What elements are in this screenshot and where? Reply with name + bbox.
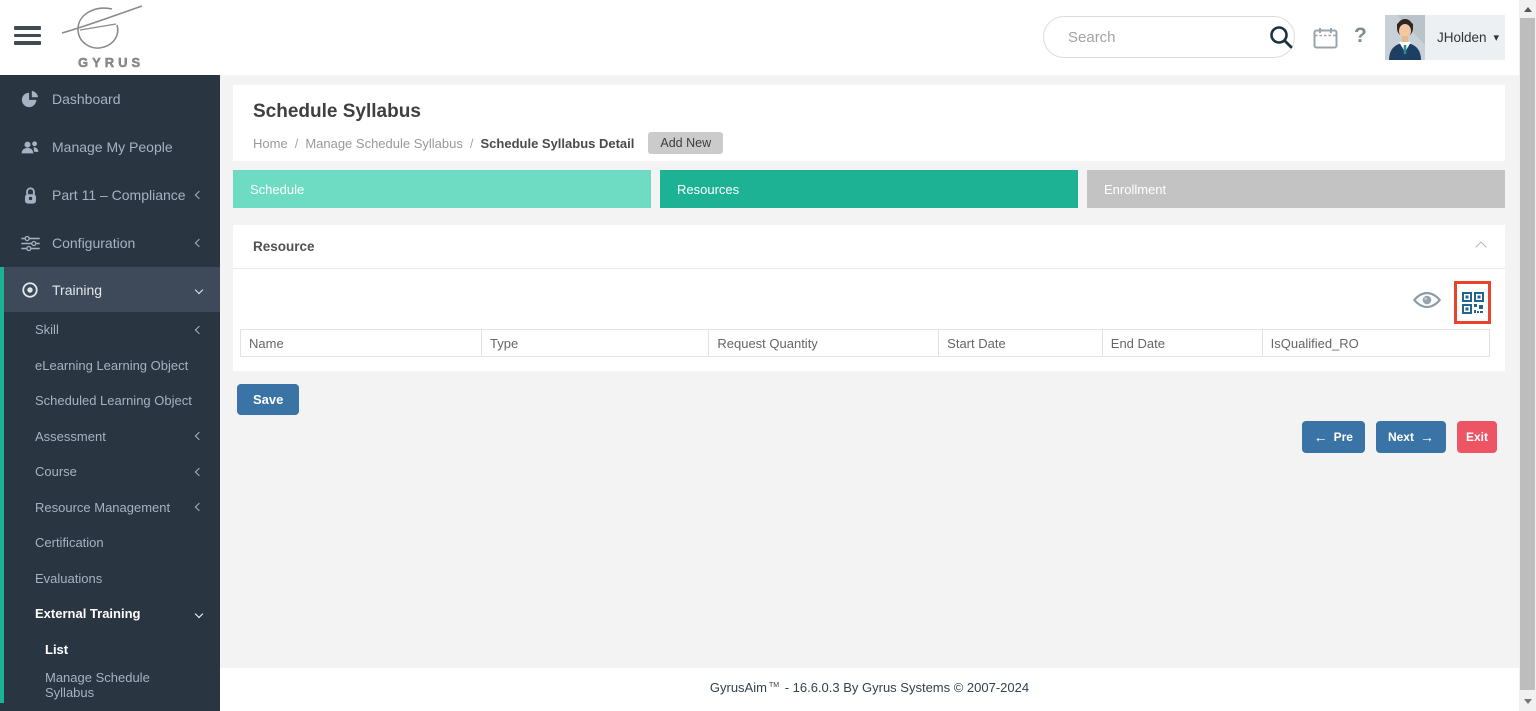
page-title: Schedule Syllabus	[253, 101, 421, 122]
avatar	[1385, 15, 1425, 60]
resource-table: Name Type Request Quantity Start Date En…	[239, 329, 1491, 357]
sidebar-item-manage-schedule-syllabus[interactable]: Manage Schedule Syllabus	[4, 667, 220, 703]
caret-down-icon: ▾	[1493, 32, 1500, 44]
sidebar-item-external-training[interactable]: External Training	[4, 596, 220, 632]
sidebar-item-label: Dashboard	[52, 91, 121, 107]
target-icon	[20, 280, 40, 300]
sidebar-item-certification[interactable]: Certification	[4, 525, 220, 561]
footer: GyrusAim TM - 16.6.0.3 By Gyrus Systems ©…	[220, 668, 1519, 711]
eye-icon[interactable]	[1412, 290, 1442, 315]
sidebar-nav: Dashboard Manage My People Part 11 – Com…	[0, 75, 220, 711]
column-header-end-date: End Date	[1101, 329, 1263, 357]
chevron-left-icon	[194, 238, 204, 248]
page-header-panel: Schedule Syllabus Home / Manage Schedule…	[233, 85, 1505, 161]
resource-toolbar	[1412, 281, 1491, 324]
resource-panel-title: Resource	[253, 239, 315, 254]
pie-chart-icon	[20, 89, 40, 109]
scrollbar-thumb[interactable]	[1520, 18, 1535, 690]
gyrus-logo-icon	[61, 5, 143, 49]
tab-resources[interactable]: Resources	[660, 170, 1078, 208]
vertical-scrollbar	[1519, 0, 1536, 711]
user-menu[interactable]: JHolden ▾	[1385, 15, 1505, 60]
breadcrumb: Home / Manage Schedule Syllabus / Schedu…	[253, 132, 1485, 154]
lock-icon	[20, 185, 40, 205]
column-header-name: Name	[239, 329, 483, 357]
next-button[interactable]: Next →	[1375, 421, 1446, 453]
arrow-right-icon: →	[1419, 429, 1434, 445]
resource-panel-header: Resource	[233, 225, 1505, 269]
sidebar-item-training[interactable]: Training	[4, 267, 220, 312]
sidebar-item-evaluations[interactable]: Evaluations	[4, 561, 220, 597]
footer-version: - 16.6.0.3 By Gyrus Systems © 2007-2024	[784, 680, 1030, 695]
search-bar	[1043, 16, 1295, 58]
chevron-left-icon	[194, 503, 204, 512]
sidebar-item-configuration[interactable]: Configuration	[0, 219, 220, 267]
chevron-down-icon	[194, 285, 204, 294]
chevron-down-icon	[194, 609, 204, 618]
tab-schedule[interactable]: Schedule	[233, 170, 651, 208]
breadcrumb-manage-schedule-syllabus[interactable]: Manage Schedule Syllabus	[305, 136, 463, 151]
chevron-left-icon	[194, 190, 204, 200]
sidebar-item-scheduled-learning-object[interactable]: Scheduled Learning Object	[4, 383, 220, 419]
calendar-icon[interactable]	[1313, 27, 1338, 49]
arrow-left-icon: ←	[1313, 429, 1328, 445]
sidebar-item-label: Manage My People	[52, 139, 173, 155]
scrollbar-down-arrow[interactable]	[1519, 694, 1536, 709]
pre-button[interactable]: ← Pre	[1301, 421, 1365, 453]
sidebar-item-label: Configuration	[52, 235, 136, 251]
sliders-icon	[20, 233, 40, 253]
search-input[interactable]	[1068, 28, 1267, 46]
training-nav-group: Training Skill eLearning Learning Object…	[0, 267, 220, 703]
gyrus-logo: GYRUS	[50, 3, 160, 73]
column-header-isqualified-ro: IsQualified_RO	[1261, 329, 1491, 357]
column-header-type: Type	[481, 329, 710, 357]
sidebar-item-resource-management[interactable]: Resource Management	[4, 490, 220, 526]
sidebar-item-elearning-learning-object[interactable]: eLearning Learning Object	[4, 348, 220, 384]
resource-panel: Resource Name Type Request Quantity Star…	[233, 225, 1505, 371]
help-icon[interactable]: ?	[1354, 24, 1367, 48]
column-header-start-date: Start Date	[938, 329, 1103, 357]
sidebar-item-label: Training	[52, 281, 103, 298]
sidebar-item-label: Part 11 – Compliance	[52, 187, 186, 203]
chevron-left-icon	[194, 432, 204, 441]
exit-button[interactable]: Exit	[1456, 421, 1497, 453]
qr-code-icon[interactable]	[1454, 281, 1491, 324]
sidebar-item-course[interactable]: Course	[4, 454, 220, 490]
column-header-request-quantity: Request Quantity	[708, 329, 940, 357]
hamburger-menu-icon[interactable]	[14, 26, 41, 47]
wizard-tabs: Schedule Resources Enrollment	[233, 170, 1505, 208]
sidebar-item-manage-my-people[interactable]: Manage My People	[0, 123, 220, 171]
logo-wordmark: GYRUS	[78, 55, 145, 70]
sidebar-item-part11-compliance[interactable]: Part 11 – Compliance	[0, 171, 220, 219]
people-icon	[20, 137, 40, 157]
add-new-button[interactable]: Add New	[648, 132, 724, 154]
sidebar-item-list[interactable]: List	[4, 632, 220, 668]
search-icon[interactable]	[1267, 17, 1294, 57]
chevron-left-icon	[194, 325, 204, 334]
sidebar-item-skill[interactable]: Skill	[4, 312, 220, 348]
table-header-row: Name Type Request Quantity Start Date En…	[239, 329, 1491, 357]
collapse-chevron-up-icon[interactable]	[1475, 240, 1487, 253]
wizard-nav-buttons: ← Pre Next → Exit	[1301, 421, 1497, 453]
sidebar-item-dashboard[interactable]: Dashboard	[0, 75, 220, 123]
chevron-left-icon	[194, 467, 204, 476]
footer-trademark: TM	[768, 681, 780, 689]
save-button[interactable]: Save	[237, 384, 300, 415]
tab-enrollment[interactable]: Enrollment	[1087, 170, 1505, 208]
breadcrumb-home[interactable]: Home	[253, 136, 288, 151]
breadcrumb-current: Schedule Syllabus Detail	[480, 135, 635, 151]
scrollbar-up-arrow[interactable]	[1519, 2, 1536, 17]
username: JHolden	[1437, 30, 1487, 45]
footer-product: GyrusAim	[709, 680, 767, 695]
sidebar-item-assessment[interactable]: Assessment	[4, 419, 220, 455]
top-header: GYRUS ? JHolden ▾	[0, 0, 1536, 75]
